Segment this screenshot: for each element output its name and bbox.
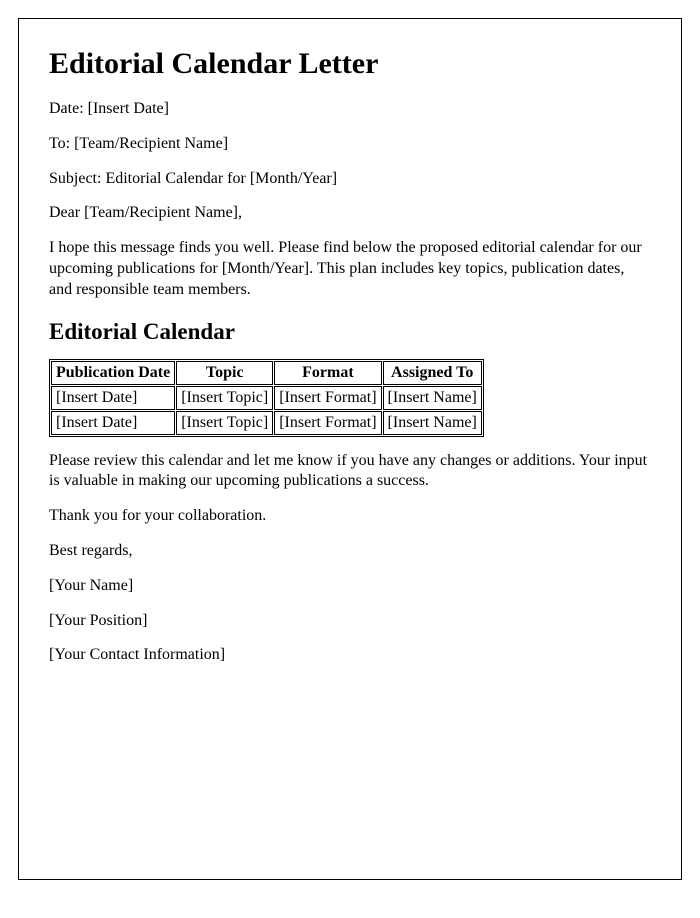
- table-header: Topic: [176, 361, 273, 385]
- page-title: Editorial Calendar Letter: [49, 47, 651, 81]
- table-cell: [Insert Name]: [383, 411, 482, 435]
- date-line: Date: [Insert Date]: [49, 99, 651, 120]
- table-cell: [Insert Format]: [274, 386, 381, 410]
- salutation: Dear [Team/Recipient Name],: [49, 203, 651, 224]
- calendar-heading: Editorial Calendar: [49, 319, 651, 345]
- to-line: To: [Team/Recipient Name]: [49, 134, 651, 155]
- table-cell: [Insert Topic]: [176, 411, 273, 435]
- table-cell: [Insert Name]: [383, 386, 482, 410]
- subject-line: Subject: Editorial Calendar for [Month/Y…: [49, 169, 651, 190]
- table-header-row: Publication Date Topic Format Assigned T…: [51, 361, 482, 385]
- table-row: [Insert Date] [Insert Topic] [Insert For…: [51, 386, 482, 410]
- review-paragraph: Please review this calendar and let me k…: [49, 451, 651, 493]
- table-cell: [Insert Date]: [51, 411, 175, 435]
- intro-paragraph: I hope this message finds you well. Plea…: [49, 238, 651, 300]
- table-header: Assigned To: [383, 361, 482, 385]
- table-header: Publication Date: [51, 361, 175, 385]
- sender-contact: [Your Contact Information]: [49, 645, 651, 666]
- document-page: Editorial Calendar Letter Date: [Insert …: [18, 18, 682, 880]
- closing-line: Best regards,: [49, 541, 651, 562]
- sender-position: [Your Position]: [49, 611, 651, 632]
- table-row: [Insert Date] [Insert Topic] [Insert For…: [51, 411, 482, 435]
- sender-name: [Your Name]: [49, 576, 651, 597]
- table-cell: [Insert Format]: [274, 411, 381, 435]
- table-cell: [Insert Topic]: [176, 386, 273, 410]
- table-cell: [Insert Date]: [51, 386, 175, 410]
- thanks-line: Thank you for your collaboration.: [49, 506, 651, 527]
- table-header: Format: [274, 361, 381, 385]
- editorial-calendar-table: Publication Date Topic Format Assigned T…: [49, 359, 484, 437]
